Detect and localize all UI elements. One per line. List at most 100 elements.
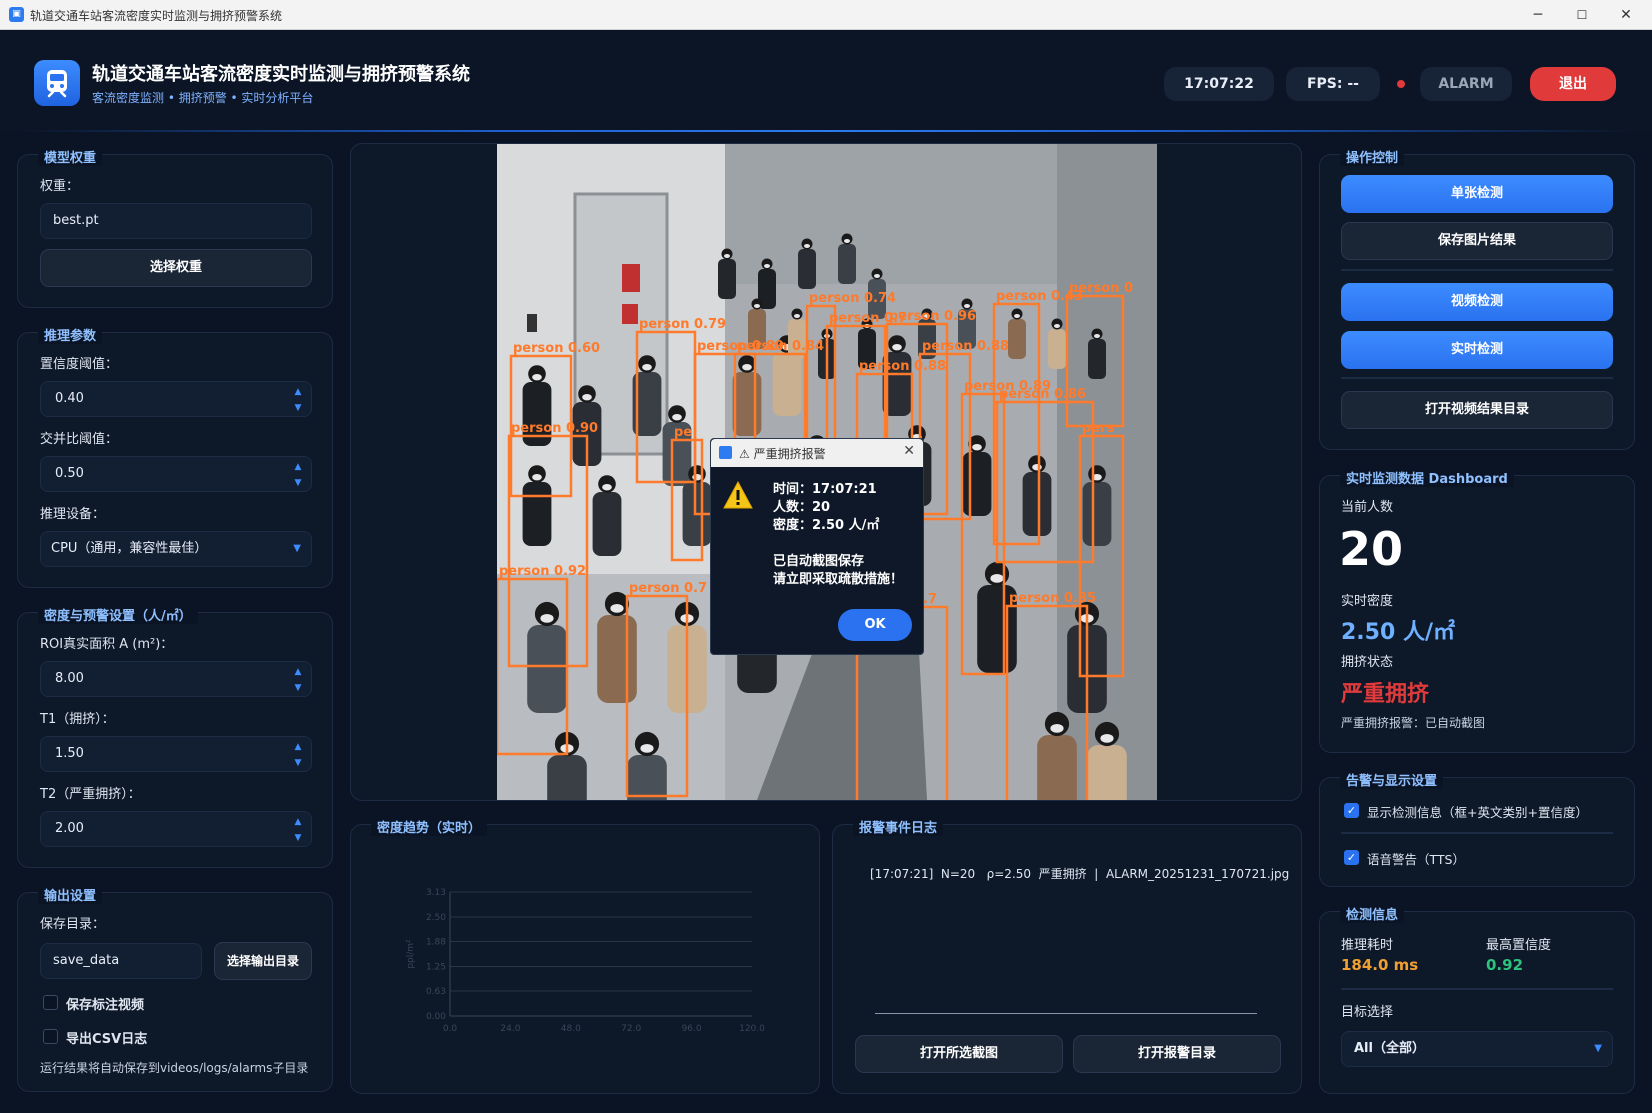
device-value: CPU（通用，兼容性最佳）: [51, 541, 208, 556]
alarm-dialog-titlebar: ⚠ 严重拥挤报警 ✕: [711, 439, 923, 467]
save-image-button[interactable]: 保存图片结果: [1341, 222, 1613, 260]
infer-time-label: 推理耗时: [1341, 938, 1394, 953]
detection-label: person 0.89: [964, 379, 1051, 394]
alarm-dot-icon: [1397, 80, 1405, 88]
train-logo-icon: [34, 60, 80, 106]
ops-divider: [1341, 377, 1613, 379]
alert-divider: [1341, 832, 1613, 834]
detection-box: [1005, 604, 1089, 800]
weight-input[interactable]: best.pt: [40, 203, 312, 239]
show-info-label: 显示检测信息（框+英文类别+置信度）: [1367, 805, 1588, 820]
tts-checkbox[interactable]: ✓: [1344, 850, 1359, 865]
target-select[interactable]: All（全部） ▼: [1341, 1031, 1613, 1067]
window-titlebar: ▣ 轨道交通车站客流密度实时监测与拥挤预警系统 ─ ☐ ✕: [0, 0, 1652, 30]
log-divider: [875, 1013, 1257, 1014]
output-panel-title: 输出设置: [38, 885, 103, 904]
t1-spinbox[interactable]: 1.50 ▲ ▼: [40, 736, 312, 772]
roi-up-icon[interactable]: ▲: [287, 664, 309, 680]
save-dir-input[interactable]: save_data: [40, 943, 202, 979]
t2-up-icon[interactable]: ▲: [287, 814, 309, 830]
detection-label: person 0.79: [639, 317, 726, 332]
page-subtitle: 客流密度监测 • 拥挤预警 • 实时分析平台: [92, 91, 314, 105]
conf-up-icon[interactable]: ▲: [287, 384, 309, 400]
iou-down-icon[interactable]: ▼: [287, 475, 309, 491]
iou-spinbox[interactable]: 0.50 ▲ ▼: [40, 456, 312, 492]
log-panel: 报警事件日志 [17:07:21] N=20 ρ=2.50 严重拥挤 | ALA…: [832, 817, 1302, 1094]
detection-label: person 0.7: [629, 581, 707, 596]
log-panel-title: 报警事件日志: [853, 817, 944, 836]
export-csv-checkbox[interactable]: [43, 1029, 58, 1044]
t1-label: T1（拥挤）：: [40, 712, 115, 727]
log-entry[interactable]: [17:07:21] N=20 ρ=2.50 严重拥挤 | ALARM_2025…: [870, 865, 1289, 882]
show-info-checkbox[interactable]: ✓: [1344, 803, 1359, 818]
t2-spinbox[interactable]: 2.00 ▲ ▼: [40, 811, 312, 847]
t2-down-icon[interactable]: ▼: [287, 830, 309, 846]
inference-panel-title: 推理参数: [38, 325, 103, 344]
iou-value: 0.50: [55, 466, 84, 481]
ops-divider: [1341, 269, 1613, 271]
train-icon: [719, 446, 732, 459]
detection-box: [635, 330, 697, 484]
alert-settings-panel: 告警与显示设置 ✓ 显示检测信息（框+英文类别+置信度） ✓ 语音警告（TTS）: [1319, 770, 1635, 887]
y-tick-label: 0.63: [426, 987, 446, 997]
x-tick-label: 24.0: [500, 1024, 520, 1034]
detection-label: person 0.92: [499, 564, 586, 579]
save-dir-label: 保存目录：: [40, 917, 106, 932]
roi-spinbox[interactable]: 8.00 ▲ ▼: [40, 661, 312, 697]
target-value: All（全部）: [1354, 1041, 1425, 1056]
t1-down-icon[interactable]: ▼: [287, 755, 309, 771]
x-tick-label: 0.0: [443, 1024, 458, 1034]
close-window-button[interactable]: ✕: [1606, 4, 1646, 26]
detection-label: person 0: [1069, 281, 1133, 296]
open-screenshot-button[interactable]: 打开所选截图: [855, 1035, 1063, 1073]
ops-panel: 操作控制 单张检测 保存图片结果 视频检测 实时检测 打开视频结果目录: [1319, 147, 1635, 450]
device-select[interactable]: CPU（通用，兼容性最佳） ▼: [40, 531, 312, 567]
output-panel: 输出设置 保存目录： save_data 选择输出目录 保存标注视频 导出CSV…: [17, 885, 333, 1092]
video-detect-button[interactable]: 视频检测: [1341, 283, 1613, 321]
density-trend-chart: 0.00 0.63 1.25 1.88 2.50 3.13 0.0 24.0 48.0 72.0 9…: [406, 888, 765, 1034]
conf-spinbox[interactable]: 0.40 ▲ ▼: [40, 381, 312, 417]
max-conf-value: 0.92: [1486, 956, 1524, 974]
minimize-button[interactable]: ─: [1518, 4, 1558, 26]
chevron-down-icon: ▼: [293, 543, 301, 554]
detection-box: [507, 434, 589, 668]
iou-up-icon[interactable]: ▲: [287, 459, 309, 475]
close-icon[interactable]: ✕: [903, 443, 915, 459]
clock-display: 17:07:22: [1164, 67, 1274, 101]
roi-value: 8.00: [55, 671, 84, 686]
detection-box: [670, 438, 704, 562]
conf-down-icon[interactable]: ▼: [287, 400, 309, 416]
single-detect-button[interactable]: 单张检测: [1341, 175, 1613, 213]
dialog-ok-button[interactable]: OK: [838, 609, 912, 641]
iou-label: 交并比阈值：: [40, 432, 119, 447]
alarm-dialog-title: ⚠ 严重拥挤报警: [739, 447, 826, 461]
crowd-state: 严重拥挤: [1341, 682, 1430, 707]
detection-label: person 0.84: [737, 339, 824, 354]
warning-icon: [723, 481, 753, 509]
state-note: 严重拥挤报警：已自动截图: [1341, 716, 1486, 730]
t1-up-icon[interactable]: ▲: [287, 739, 309, 755]
save-video-checkbox[interactable]: [43, 995, 58, 1010]
realtime-detect-button[interactable]: 实时检测: [1341, 331, 1613, 369]
open-video-dir-button[interactable]: 打开视频结果目录: [1341, 391, 1613, 429]
page-title: 轨道交通车站客流密度实时监测与拥挤预警系统: [92, 64, 470, 85]
t2-value: 2.00: [55, 821, 84, 836]
y-tick-label: 0.00: [426, 1012, 446, 1022]
x-tick-label: 96.0: [682, 1024, 702, 1034]
density-panel: 密度与预警设置（人/㎡） ROI真实面积 A (m²)： 8.00 ▲ ▼ T1（…: [17, 605, 333, 868]
select-weight-button[interactable]: 选择权重: [40, 249, 312, 287]
inference-panel: 推理参数 置信度阈值： 0.40 ▲ ▼ 交并比阈值： 0.50 ▲ ▼ 推理设备：…: [17, 325, 333, 588]
trend-panel-title: 密度趋势（实时）: [371, 817, 488, 836]
select-output-dir-button[interactable]: 选择输出目录: [214, 942, 312, 980]
maximize-button[interactable]: ☐: [1562, 4, 1602, 26]
model-panel: 模型权重 权重： best.pt 选择权重: [17, 147, 333, 308]
alarm-indicator: ALARM: [1420, 67, 1512, 101]
roi-down-icon[interactable]: ▼: [287, 680, 309, 696]
dialog-saved: 已自动截图保存: [773, 554, 865, 569]
header-divider: [20, 130, 1632, 132]
fps-display: FPS: --: [1286, 67, 1380, 101]
max-conf-label: 最高置信度: [1486, 938, 1552, 953]
exit-button[interactable]: 退出: [1530, 67, 1616, 101]
open-alarm-dir-button[interactable]: 打开报警目录: [1073, 1035, 1281, 1073]
model-panel-title: 模型权重: [38, 147, 103, 166]
